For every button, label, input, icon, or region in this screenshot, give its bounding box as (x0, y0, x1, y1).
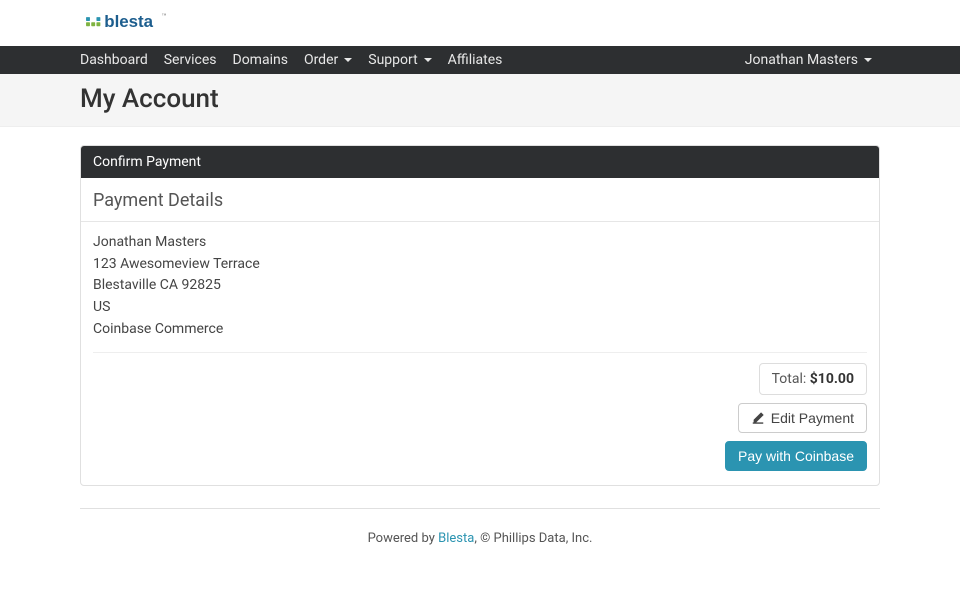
footer-prefix: Powered by (368, 531, 439, 546)
footer-link[interactable]: Blesta (438, 531, 474, 546)
card-header: Confirm Payment (81, 146, 879, 178)
nav-label: Affiliates (448, 52, 503, 68)
edit-icon (751, 411, 765, 425)
payer-street: 123 Awesomeview Terrace (93, 254, 867, 276)
nav-support[interactable]: Support (360, 46, 439, 74)
nav-dashboard[interactable]: Dashboard (80, 46, 156, 74)
edit-payment-button[interactable]: Edit Payment (738, 403, 867, 433)
nav-order[interactable]: Order (296, 46, 360, 74)
payer-city-line: Blestaville CA 92825 (93, 275, 867, 297)
logo[interactable]: blesta ™ (80, 8, 200, 34)
nav-user-menu[interactable]: Jonathan Masters (737, 46, 880, 74)
payment-method: Coinbase Commerce (93, 319, 867, 341)
payer-name: Jonathan Masters (93, 232, 867, 254)
page-header: My Account (0, 74, 960, 127)
payer-country: US (93, 297, 867, 319)
svg-text:blesta: blesta (104, 12, 153, 31)
nav-user-label: Jonathan Masters (745, 52, 858, 68)
navbar: Dashboard Services Domains Order Support… (0, 46, 960, 74)
nav-label: Support (368, 52, 417, 68)
nav-label: Dashboard (80, 52, 148, 68)
nav-services[interactable]: Services (156, 46, 225, 74)
footer-suffix: , © Phillips Data, Inc. (474, 531, 592, 546)
nav-label: Order (304, 52, 338, 68)
total-amount: $10.00 (810, 371, 854, 387)
svg-text:™: ™ (161, 13, 166, 19)
nav-label: Domains (233, 52, 288, 68)
card-section-title: Payment Details (81, 178, 879, 222)
total-label: Total: (772, 371, 807, 387)
chevron-down-icon (344, 58, 352, 62)
nav-affiliates[interactable]: Affiliates (440, 46, 511, 74)
edit-payment-label: Edit Payment (771, 410, 854, 426)
pay-button-label: Pay with Coinbase (738, 448, 854, 464)
chevron-down-icon (424, 58, 432, 62)
total-box: Total: $10.00 (759, 363, 867, 395)
divider (93, 352, 867, 353)
chevron-down-icon (864, 58, 872, 62)
pay-with-coinbase-button[interactable]: Pay with Coinbase (725, 441, 867, 471)
footer: Powered by Blesta, © Phillips Data, Inc. (80, 509, 880, 546)
page-title: My Account (80, 74, 880, 126)
nav-label: Services (164, 52, 217, 68)
nav-domains[interactable]: Domains (225, 46, 296, 74)
confirm-payment-card: Confirm Payment Payment Details Jonathan… (80, 145, 880, 486)
